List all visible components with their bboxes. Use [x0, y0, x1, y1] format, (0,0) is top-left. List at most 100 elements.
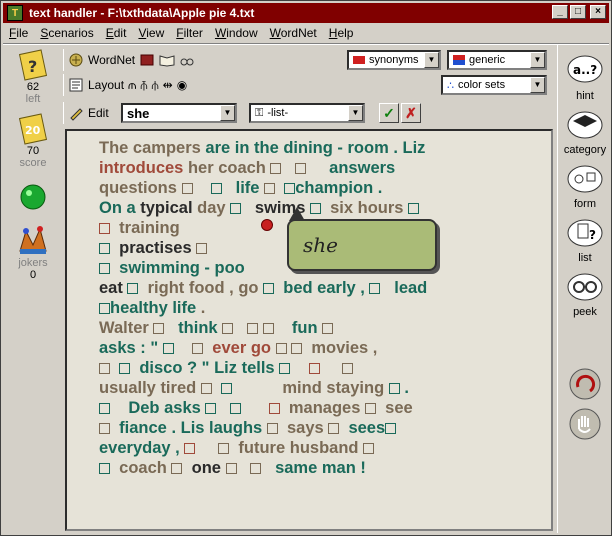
left-counter: ? 62 left	[5, 49, 61, 105]
text-line-1: The campers are in the dining - room . L…	[99, 139, 426, 157]
hint-button[interactable]: a..? hint	[558, 53, 612, 102]
green-ball-icon[interactable]	[16, 181, 50, 213]
score-badge: 20	[25, 124, 41, 137]
list-dropdown-arrow[interactable]: ▼	[348, 105, 363, 121]
layout-split-icon[interactable]: ⫙	[128, 78, 136, 93]
menu-window[interactable]: Window	[215, 26, 258, 40]
score-value: 70	[26, 145, 40, 157]
text-canvas[interactable]: The campers are in the dining - room . L…	[65, 129, 553, 531]
open-book-icon[interactable]	[159, 52, 175, 68]
toolbar-edit: Edit	[63, 101, 109, 125]
list-select-value: -list-	[267, 107, 289, 119]
peek-button[interactable]: peek	[558, 269, 612, 318]
layout-label[interactable]: Layout	[88, 78, 124, 92]
hint-label: hint	[576, 90, 594, 102]
layout-icon[interactable]	[68, 77, 84, 93]
edit-label[interactable]: Edit	[88, 106, 109, 120]
list-doc-icon: ?	[567, 219, 603, 247]
text-line-14: Deb asks manages see	[99, 399, 413, 418]
question-card-icon[interactable]: ?	[16, 49, 50, 81]
menu-file[interactable]: File	[9, 26, 28, 40]
jokers-value: 0	[29, 269, 37, 281]
maximize-button[interactable]: □	[570, 5, 586, 19]
layout-branch-icon[interactable]: ⫚	[140, 78, 147, 93]
left-panel: ? 62 left 20 70 score jokers 0	[5, 45, 61, 533]
pencil-icon[interactable]	[68, 105, 84, 121]
jokers-counter: jokers 0	[5, 225, 61, 281]
pushpin-icon[interactable]	[261, 219, 273, 231]
menu-view[interactable]: View	[138, 26, 164, 40]
jester-hat-icon[interactable]	[16, 225, 50, 257]
text-line-4: On a typical day swims six hours	[99, 199, 420, 218]
menu-wordnet[interactable]: WordNet	[270, 26, 317, 40]
menu-bar: File Scenarios Edit View Filter Window W…	[3, 23, 609, 43]
text-line-3: questions life champion .	[99, 179, 383, 197]
bubble-word: she	[303, 233, 338, 257]
left-value: 62	[26, 81, 40, 93]
accept-check-icon[interactable]: ✓	[379, 103, 399, 123]
title-bar[interactable]: T text handler - F:\txthdata\Apple pie 4…	[3, 3, 609, 23]
undo-arrow-icon	[569, 368, 601, 400]
left-label: left	[25, 93, 41, 105]
text-line-9: healthy life .	[99, 299, 205, 318]
close-button[interactable]: ×	[590, 5, 606, 19]
layout-merge-icon[interactable]: ⫛	[152, 78, 159, 93]
score-label: score	[19, 157, 47, 169]
text-line-15: fiance . Lis laughs says sees	[99, 419, 397, 438]
colorsets-dots-icon: ∴	[447, 79, 454, 92]
generic-select[interactable]: generic ▼	[447, 50, 547, 70]
score-card-icon[interactable]: 20	[16, 113, 50, 145]
edit-dropdown-arrow[interactable]: ▼	[220, 105, 235, 121]
menu-scenarios[interactable]: Scenarios	[40, 26, 93, 40]
hint-bubble-icon: a..?	[567, 55, 603, 83]
key-icon: ⚿	[255, 106, 264, 119]
grad-cap-icon	[567, 111, 603, 139]
colorsets-select[interactable]: ∴ color sets ▼	[441, 75, 547, 95]
layout-target-icon[interactable]: ◉	[177, 78, 187, 92]
book-icon[interactable]	[139, 52, 155, 68]
menu-separator	[3, 43, 609, 45]
relation-dropdown-arrow[interactable]: ▼	[424, 52, 439, 68]
category-label: category	[563, 144, 607, 156]
svg-text:?: ?	[589, 228, 596, 242]
edit-word-input[interactable]: she ▼	[121, 103, 237, 123]
category-button[interactable]: category	[558, 107, 612, 156]
app-window: T text handler - F:\txthdata\Apple pie 4…	[0, 0, 612, 536]
wordnet-label[interactable]: WordNet	[88, 53, 135, 67]
hand-button[interactable]	[558, 407, 612, 444]
text-line-8: eat right food , go bed early , lead	[99, 279, 428, 297]
text-line-17: coach one same man !	[99, 459, 366, 478]
toolbar-wordnet: WordNet	[63, 48, 195, 72]
undo-button[interactable]	[558, 367, 612, 404]
relation-select[interactable]: synonyms ▼	[347, 50, 441, 70]
word-bubble[interactable]: she	[287, 219, 437, 271]
menu-filter[interactable]: Filter	[176, 26, 203, 40]
svg-text:?: ?	[28, 57, 37, 76]
generic-dropdown-arrow[interactable]: ▼	[530, 52, 545, 68]
relation-color-icon	[353, 56, 365, 64]
reject-x-icon[interactable]: ✗	[401, 103, 421, 123]
app-icon[interactable]: T	[7, 5, 23, 21]
text-line-11: asks : " ever go movies ,	[99, 339, 378, 357]
menu-help[interactable]: Help	[329, 26, 354, 40]
jokers-label: jokers	[18, 257, 48, 269]
list-select[interactable]: ⚿ -list- ▼	[249, 103, 365, 123]
score-counter: 20 70 score	[5, 113, 61, 169]
form-label: form	[574, 198, 596, 210]
text-line-13: usually tired mind staying .	[99, 379, 409, 397]
colorsets-select-value: color sets	[458, 79, 506, 91]
edit-word-value: she	[127, 105, 150, 121]
colorsets-dropdown-arrow[interactable]: ▼	[530, 77, 545, 93]
form-button[interactable]: form	[558, 161, 612, 210]
glasses-icon[interactable]	[179, 52, 195, 68]
peek-glasses-icon	[567, 273, 603, 301]
list-button[interactable]: ? list	[558, 215, 612, 264]
wordnet-icon[interactable]	[68, 52, 84, 68]
status-light	[5, 181, 61, 213]
generic-blocks-icon	[453, 55, 465, 65]
text-line-10: Walter think fun	[99, 319, 334, 338]
minimize-button[interactable]: _	[552, 5, 568, 19]
layout-stretch-icon[interactable]: ⇹	[163, 78, 173, 92]
right-panel: a..? hint category form ? list peek	[557, 45, 611, 533]
menu-edit[interactable]: Edit	[106, 26, 127, 40]
